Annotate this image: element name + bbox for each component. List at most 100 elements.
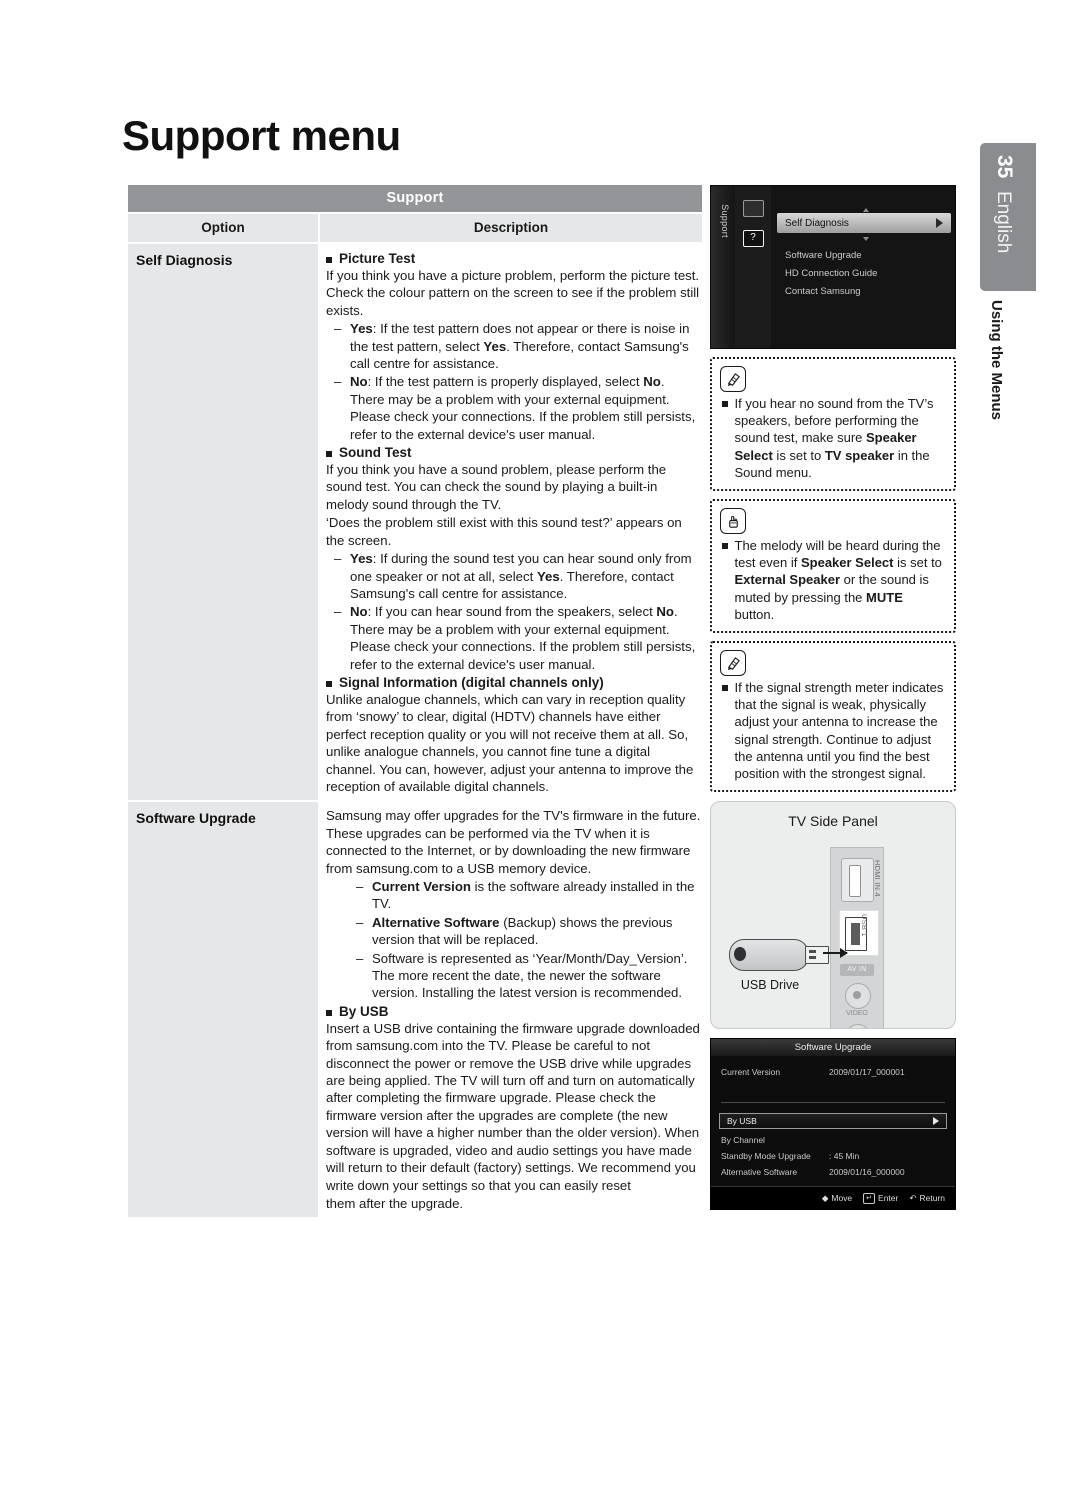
note-text: If you hear no sound from the TV’s speak…: [734, 396, 934, 480]
osd-icon-column: ?: [735, 186, 771, 348]
bullet-square-icon: [326, 451, 332, 458]
page-number: 35: [993, 155, 1016, 179]
hdmi-port-label: HDMI IN 4: [873, 860, 882, 898]
osd-row-current-version: Current Version 2009/01/17_000001: [721, 1067, 945, 1077]
note-box-speaker-select: If you hear no sound from the TV’s speak…: [710, 357, 956, 492]
table-row: Self Diagnosis Picture Test If you think y…: [128, 244, 702, 801]
note-content: The melody will be heard during the test…: [720, 537, 946, 623]
usb-port-label: USB 1: [860, 914, 869, 937]
return-arrow-icon: ↶: [909, 1192, 917, 1203]
column-header-option: Option: [128, 214, 318, 242]
usb-drive-body: [729, 939, 809, 972]
usb-drive-cap-icon: [734, 947, 746, 962]
hint-label: Return: [919, 1193, 945, 1204]
paragraph: them after the upgrade.: [326, 1195, 464, 1211]
sub-heading-label: By USB: [339, 1003, 389, 1019]
description-cell: Picture Test If you think you have a pict…: [320, 244, 702, 800]
paragraph: ‘Does the problem still exist with this …: [326, 515, 682, 548]
note-pencil-icon: [720, 366, 746, 392]
usb-drive-label: USB Drive: [740, 978, 800, 993]
dash-list: Current Version is the software already …: [326, 878, 702, 1002]
osd-footer-hints: ◆ Move ↵ Enter ↶ Return: [711, 1186, 955, 1210]
hint-enter: ↵ Enter: [863, 1192, 899, 1204]
usb-slot-icon: [851, 923, 860, 946]
page-language: English: [993, 191, 1014, 254]
row-value: : 45 Min: [829, 1151, 860, 1162]
osd-row-by-usb[interactable]: By USB: [719, 1113, 947, 1130]
side-panel-title: TV Side Panel: [788, 813, 878, 830]
hint-return: ↶ Return: [909, 1193, 945, 1204]
dash-item: Alternative Software (Backup) shows the …: [326, 914, 702, 949]
row-value: 2009/01/17_000001: [829, 1067, 905, 1078]
option-cell: Self Diagnosis: [128, 244, 318, 801]
table-row: Software Upgrade Samsung may offer upgrad…: [128, 802, 702, 1218]
dash-list: Yes: If during the sound test you can he…: [326, 550, 702, 673]
insert-arrow-icon: [823, 948, 848, 959]
bullet-square-icon: [722, 401, 728, 407]
row-label: By USB: [727, 1116, 757, 1127]
option-cell: Software Upgrade: [128, 802, 318, 1218]
sub-heading-label: Picture Test: [339, 251, 416, 266]
note-text: The melody will be heard during the test…: [734, 538, 942, 622]
sub-heading: Signal Information (digital channels onl…: [326, 675, 702, 690]
dash-item: Software is represented as ‘Year/Month/D…: [326, 950, 702, 1002]
caret-down-icon: [863, 237, 869, 241]
dash-item: Yes: If during the sound test you can he…: [326, 550, 702, 602]
note-content: If the signal strength meter indicates t…: [720, 679, 946, 782]
chevron-right-icon: [936, 218, 943, 228]
enter-key-icon: ↵: [863, 1192, 876, 1204]
description-cell: Samsung may offer upgrades for the TV's …: [320, 802, 702, 1217]
port-strip: HDMI IN 4 USB 1 AV IN VIDEO: [830, 847, 884, 1029]
bullet-square-icon: [722, 685, 728, 691]
row-label: Alternative Software: [721, 1167, 798, 1178]
paragraph: If you think you have a sound problem, p…: [326, 462, 667, 512]
dash-list: Yes: If the test pattern does not appear…: [326, 320, 702, 443]
osd-icon-previous: [742, 200, 764, 217]
caret-up-icon: [863, 208, 869, 212]
osd-menu-list: Self Diagnosis Software Upgrade HD Conne…: [771, 186, 955, 348]
sub-heading: Picture Test: [326, 251, 702, 266]
paragraph: Samsung may offer upgrades for the TV's …: [326, 808, 701, 876]
row-label: Standby Mode Upgrade: [721, 1151, 811, 1162]
osd-item-self-diagnosis[interactable]: Self Diagnosis: [777, 213, 951, 233]
osd-icon-support: ?: [742, 230, 764, 247]
page-title: Support menu: [122, 112, 401, 159]
manual-page: Support menu Support Option Description …: [0, 0, 1080, 1488]
dash-item: No: If the test pattern is properly disp…: [326, 373, 702, 443]
osd-item-contact-samsung[interactable]: Contact Samsung: [785, 286, 861, 297]
hint-move: ◆ Move: [822, 1193, 852, 1204]
sub-heading: By USB: [326, 1004, 702, 1019]
paragraph: If you think you have a picture problem,…: [326, 268, 700, 318]
column-header-description: Description: [320, 214, 702, 242]
paragraph: Unlike analogue channels, which can vary…: [326, 691, 694, 794]
divider: [721, 1102, 945, 1104]
updown-arrow-icon: ◆: [821, 1192, 829, 1203]
osd-software-upgrade: Software Upgrade Current Version 2009/01…: [710, 1038, 956, 1211]
sub-heading: Sound Test: [326, 445, 702, 460]
av-in-label: AV IN: [840, 964, 874, 977]
osd-item-label: Self Diagnosis: [785, 217, 849, 229]
hint-label: Move: [831, 1193, 853, 1204]
bullet-square-icon: [326, 1009, 332, 1016]
table-header-row: Option Description: [128, 214, 702, 242]
osd-row-by-channel[interactable]: By Channel: [721, 1135, 945, 1145]
note-box-signal-strength: If the signal strength meter indicates t…: [710, 641, 956, 793]
row-value: 2009/01/16_000000: [829, 1167, 905, 1178]
note-text: If the signal strength meter indicates t…: [734, 680, 944, 782]
usb-pin-icon: [809, 950, 816, 954]
osd-row-standby-mode-upgrade[interactable]: Standby Mode Upgrade : 45 Min: [721, 1151, 945, 1161]
chevron-right-icon: [933, 1117, 939, 1126]
paragraph: Insert a USB drive containing the firmwa…: [326, 1020, 700, 1193]
osd-item-hd-connection-guide[interactable]: HD Connection Guide: [785, 268, 877, 279]
note-pencil-icon: [720, 650, 746, 677]
osd-item-software-upgrade[interactable]: Software Upgrade: [785, 250, 862, 261]
osd-support-menu: Support ? Self Diagnosis Software Upgrad…: [710, 185, 956, 349]
table-caption: Support: [128, 185, 702, 212]
support-table: Support Option Description Self Diagnosi…: [128, 185, 702, 1218]
osd-upgrade-title: Software Upgrade: [711, 1039, 955, 1057]
audio-jack: [845, 1024, 871, 1029]
hint-label: Enter: [878, 1193, 899, 1204]
table-body: Self Diagnosis Picture Test If you think y…: [128, 244, 702, 1218]
usb-pin-icon: [809, 956, 816, 960]
dash-item: No: If you can hear sound from the speak…: [326, 603, 702, 673]
